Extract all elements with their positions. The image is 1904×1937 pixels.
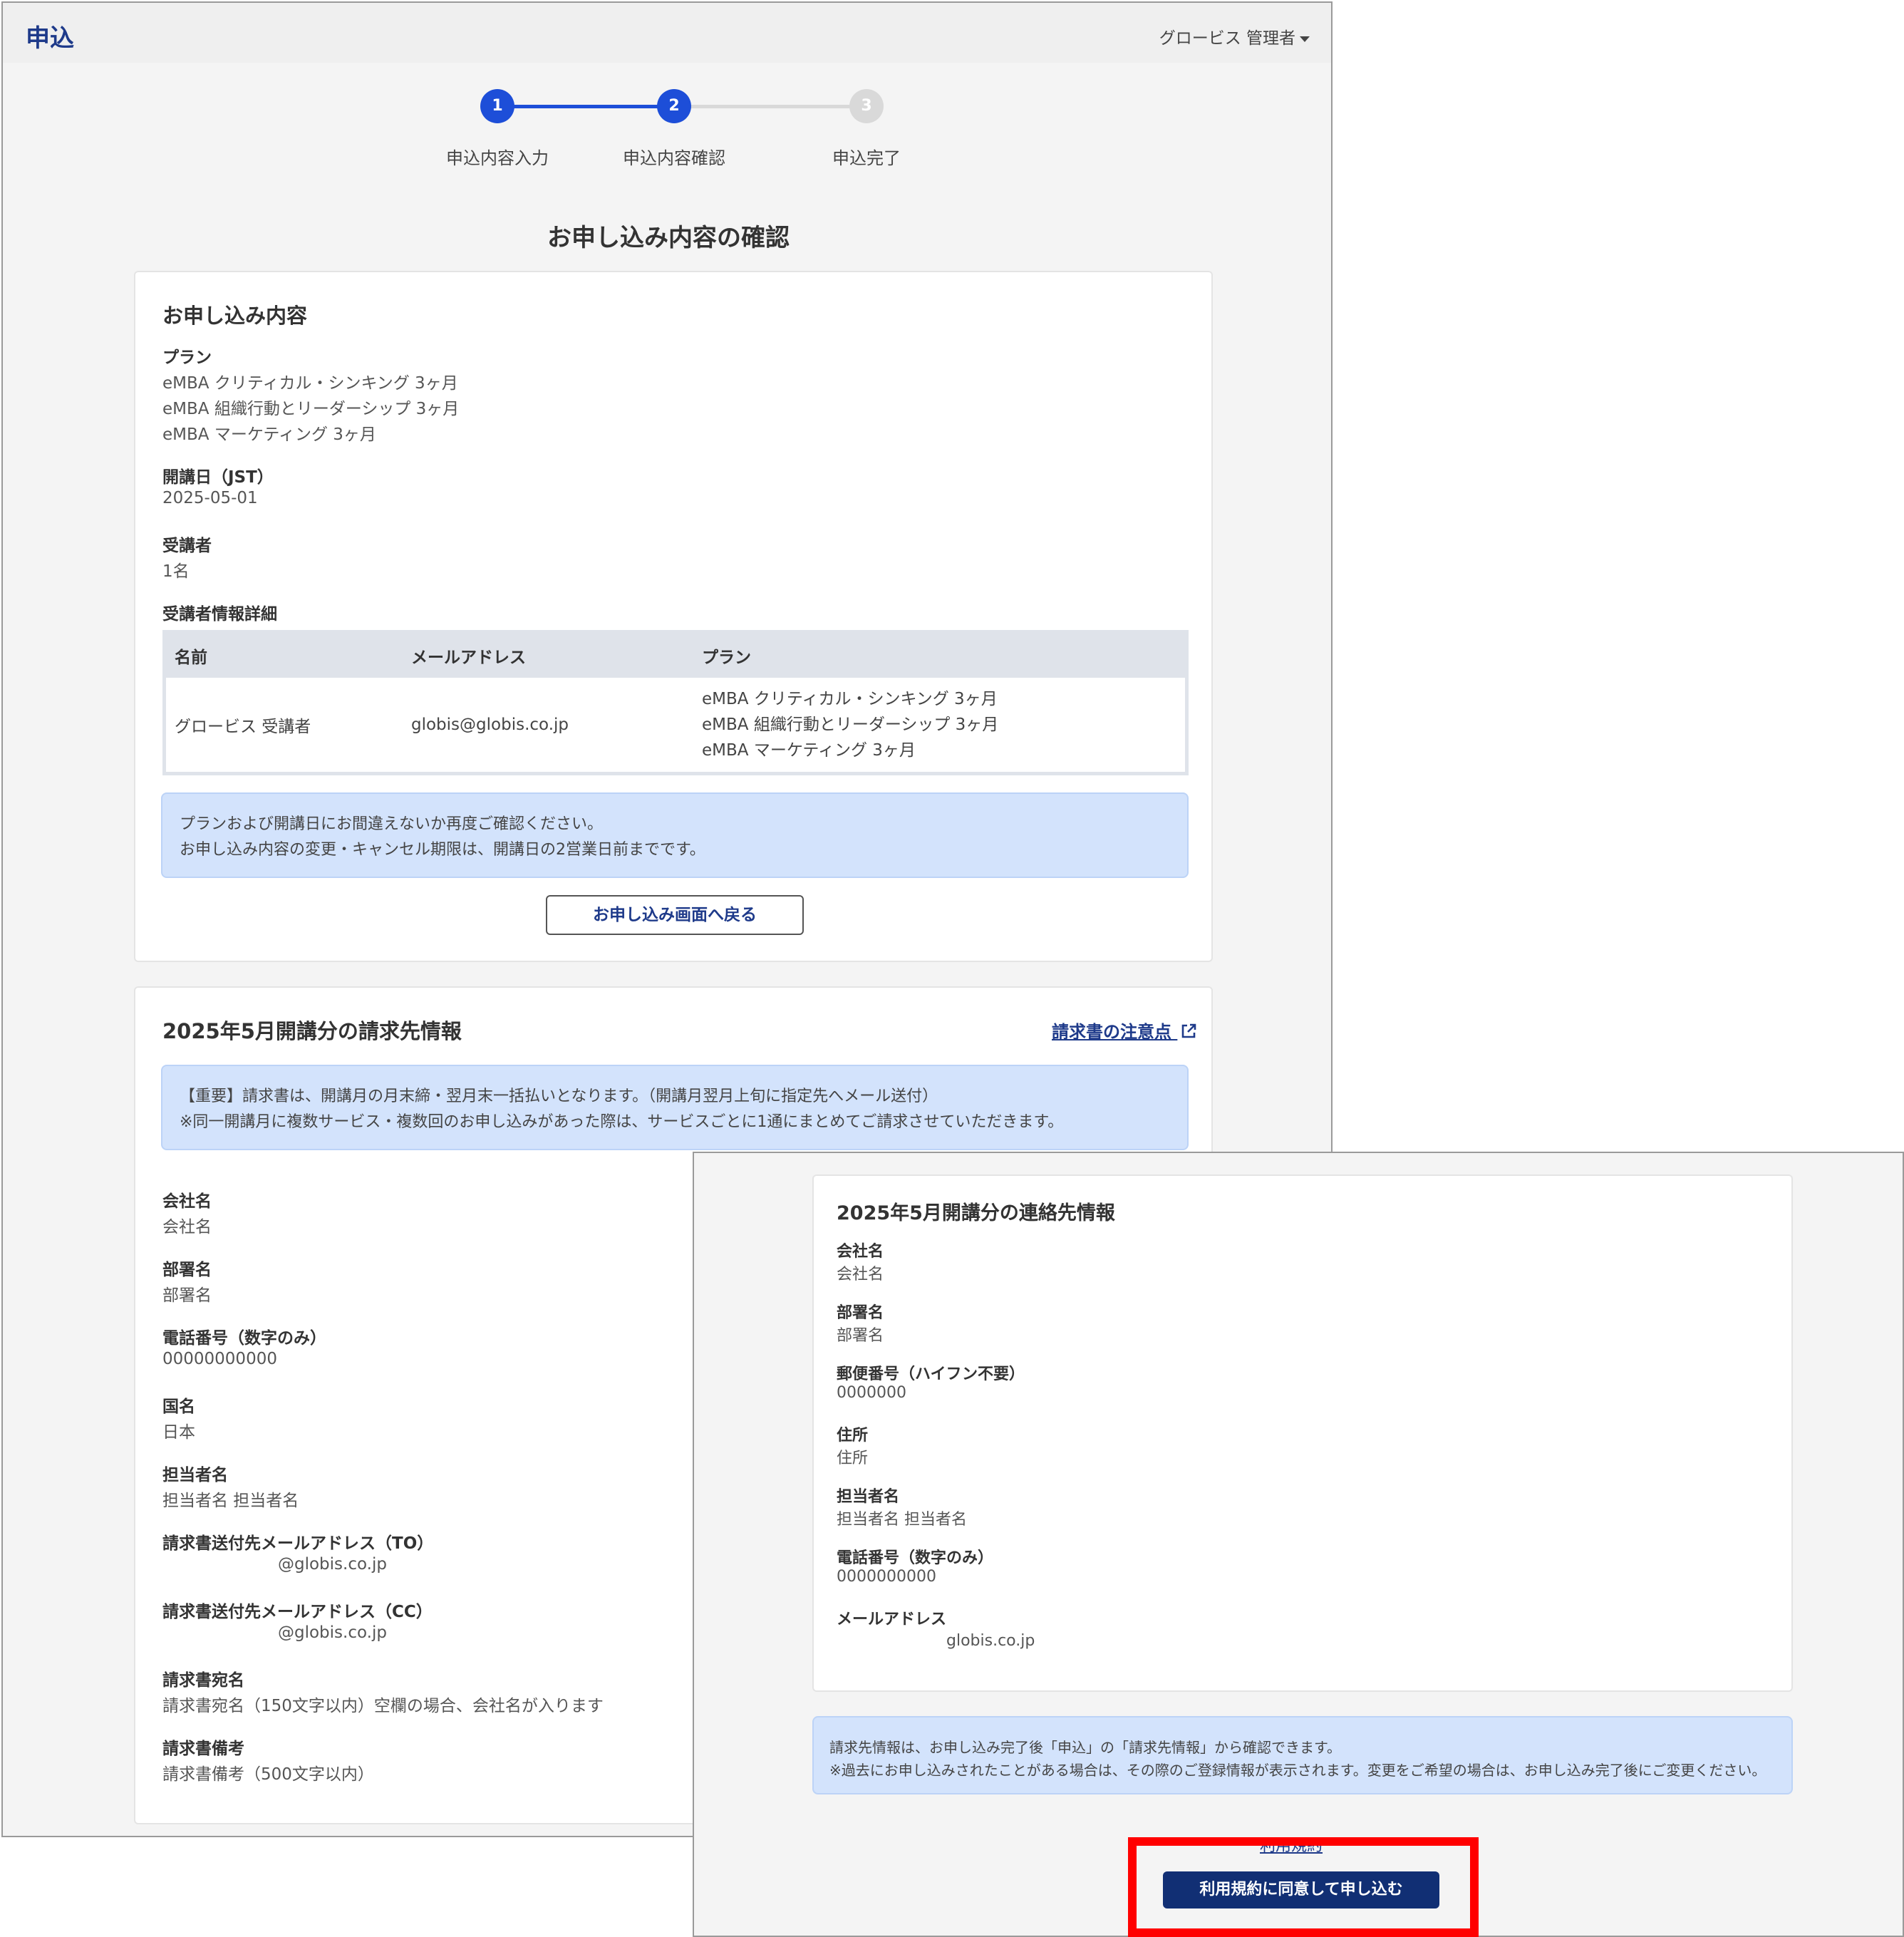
contact-company-value: 会社名 bbox=[837, 1266, 884, 1283]
application-card: お申し込み内容 プラン eMBA クリティカル・シンキング 3ヶ月 eMBA 組… bbox=[134, 271, 1213, 962]
attendee-email-cell: globis@globis.co.jp bbox=[403, 678, 693, 774]
attendees-value: 1名 bbox=[162, 562, 190, 581]
step-2-label: 申込内容確認 bbox=[623, 148, 725, 168]
billing-remarks-label: 請求書備考 bbox=[162, 1740, 244, 1758]
column-header-email: メールアドレス bbox=[403, 631, 693, 678]
attendee-plan-item: eMBA クリティカル・シンキング 3ヶ月 bbox=[702, 690, 998, 708]
billing-addressee-label: 請求書宛名 bbox=[162, 1671, 244, 1690]
contact-card-title: 2025年5月開講分の連絡先情報 bbox=[837, 1202, 1115, 1224]
billing-addressee-value: 請求書宛名（150文字以内）空欄の場合、会社名が入ります bbox=[162, 1697, 604, 1715]
step-connector bbox=[497, 105, 676, 108]
attendees-label: 受講者 bbox=[162, 537, 212, 555]
attendee-plan-cell: eMBA クリティカル・シンキング 3ヶ月 eMBA 組織行動とリーダーシップ … bbox=[693, 678, 1187, 774]
billing-email-to-label: 請求書送付先メールアドレス（TO） bbox=[162, 1534, 434, 1553]
contact-email-value: globis.co.jp bbox=[946, 1632, 1035, 1650]
step-connector bbox=[676, 105, 868, 108]
contact-department-value: 部署名 bbox=[837, 1327, 884, 1345]
contact-address-value: 住所 bbox=[837, 1450, 869, 1467]
billing-country-value: 日本 bbox=[162, 1423, 195, 1442]
contact-phone-label: 電話番号（数字のみ） bbox=[837, 1549, 994, 1567]
billing-remarks-value: 請求書備考（500文字以内） bbox=[162, 1765, 374, 1784]
highlight-box bbox=[1128, 1837, 1479, 1937]
notice-line: 【重要】請求書は、開講月の月末締・翌月末一括払いとなります。（開講月翌月上旬に指… bbox=[180, 1088, 938, 1105]
notice-line: 請求先情報は、お申し込み完了後「申込」の「請求先情報」から確認できます。 bbox=[829, 1739, 1341, 1756]
billing-email-cc-label: 請求書送付先メールアドレス（CC） bbox=[162, 1603, 433, 1621]
plan-value: eMBA 組織行動とリーダーシップ 3ヶ月 bbox=[162, 400, 460, 418]
invoice-notes-link-label: 請求書の注意点 bbox=[1052, 1022, 1171, 1042]
plan-label: プラン bbox=[162, 348, 212, 367]
contact-address-label: 住所 bbox=[837, 1427, 869, 1445]
step-1-circle: 1 bbox=[480, 89, 514, 123]
chevron-down-icon bbox=[1300, 36, 1310, 42]
top-bar: 申込 グロービス 管理者 bbox=[3, 3, 1331, 63]
column-header-name: 名前 bbox=[164, 631, 403, 678]
contact-phone-value: 0000000000 bbox=[837, 1568, 936, 1586]
back-to-application-button[interactable]: お申し込み画面へ戻る bbox=[546, 895, 804, 935]
attendee-name-cell: グロービス 受講者 bbox=[164, 678, 403, 774]
step-2-circle: 2 bbox=[657, 89, 691, 123]
application-card-title: お申し込み内容 bbox=[162, 304, 308, 328]
billing-department-label: 部署名 bbox=[162, 1261, 212, 1279]
notice-line: お申し込み内容の変更・キャンセル期限は、開講日の2営業日前までです。 bbox=[180, 841, 705, 859]
contact-postal-label: 郵便番号（ハイフン不要） bbox=[837, 1365, 1025, 1383]
contact-department-label: 部署名 bbox=[837, 1304, 884, 1322]
user-menu[interactable]: グロービス 管理者 bbox=[1159, 24, 1310, 48]
table-header-row: 名前 メールアドレス プラン bbox=[164, 631, 1187, 678]
attendee-plan-item: eMBA 組織行動とリーダーシップ 3ヶ月 bbox=[702, 716, 999, 734]
billing-department-value: 部署名 bbox=[162, 1286, 212, 1305]
contact-card: 2025年5月開講分の連絡先情報 会社名 会社名 部署名 部署名 郵便番号（ハイ… bbox=[812, 1174, 1793, 1692]
notice-line: ※過去にお申し込みされたことがある場合は、その際のご登録情報が表示されます。変更… bbox=[829, 1762, 1766, 1779]
billing-notice: 【重要】請求書は、開講月の月末締・翌月末一括払いとなります。（開講月翌月上旬に指… bbox=[161, 1065, 1189, 1150]
notice-line: ※同一開講月に複数サービス・複数回のお申し込みがあった際は、サービスごとに1通に… bbox=[180, 1113, 1064, 1131]
billing-email-cc-value: @globis.co.jp bbox=[278, 1623, 387, 1642]
billing-country-label: 国名 bbox=[162, 1398, 195, 1416]
billing-phone-value: 00000000000 bbox=[162, 1350, 277, 1368]
attendee-table: 名前 メールアドレス プラン グロービス 受講者 globis@globis.c… bbox=[162, 630, 1189, 775]
invoice-notes-link[interactable]: 請求書の注意点 bbox=[1052, 1018, 1197, 1043]
step-3-circle: 3 bbox=[849, 89, 884, 123]
contact-person-value: 担当者名 担当者名 bbox=[837, 1511, 967, 1529]
page-title: お申し込み内容の確認 bbox=[547, 224, 790, 252]
start-date-label: 開講日（JST） bbox=[162, 468, 274, 487]
contact-postal-value: 0000000 bbox=[837, 1384, 906, 1402]
billing-phone-label: 電話番号（数字のみ） bbox=[162, 1329, 326, 1348]
attendee-details-label: 受講者情報詳細 bbox=[162, 605, 277, 624]
billing-company-value: 会社名 bbox=[162, 1218, 212, 1236]
app-title: 申込 bbox=[26, 24, 74, 53]
contact-email-label: メールアドレス bbox=[837, 1611, 947, 1628]
step-3-label: 申込完了 bbox=[832, 148, 901, 168]
external-link-icon bbox=[1182, 1023, 1196, 1038]
step-1-label: 申込内容入力 bbox=[446, 148, 549, 168]
billing-contact-value: 担当者名 担当者名 bbox=[162, 1492, 299, 1510]
plan-value: eMBA マーケティング 3ヶ月 bbox=[162, 425, 376, 444]
billing-card-title: 2025年5月開講分の請求先情報 bbox=[162, 1019, 462, 1043]
table-row: グロービス 受講者 globis@globis.co.jp eMBA クリティカ… bbox=[164, 678, 1187, 774]
plan-value: eMBA クリティカル・シンキング 3ヶ月 bbox=[162, 374, 458, 393]
contact-info-window: 2025年5月開講分の連絡先情報 会社名 会社名 部署名 部署名 郵便番号（ハイ… bbox=[693, 1152, 1904, 1937]
column-header-plan: プラン bbox=[693, 631, 1187, 678]
contact-notice: 請求先情報は、お申し込み完了後「申込」の「請求先情報」から確認できます。 ※過去… bbox=[812, 1716, 1793, 1794]
billing-company-label: 会社名 bbox=[162, 1192, 212, 1211]
confirmation-notice: プランおよび開講日にお間違えないか再度ご確認ください。 お申し込み内容の変更・キ… bbox=[161, 792, 1189, 878]
start-date-value: 2025-05-01 bbox=[162, 489, 258, 507]
billing-email-to-value: @globis.co.jp bbox=[278, 1555, 387, 1574]
contact-person-label: 担当者名 bbox=[837, 1488, 900, 1506]
attendee-plan-item: eMBA マーケティング 3ヶ月 bbox=[702, 741, 916, 760]
user-menu-label: グロービス 管理者 bbox=[1159, 29, 1295, 48]
contact-company-label: 会社名 bbox=[837, 1243, 884, 1261]
notice-line: プランおよび開講日にお間違えないか再度ご確認ください。 bbox=[180, 815, 604, 833]
billing-contact-label: 担当者名 bbox=[162, 1466, 228, 1484]
